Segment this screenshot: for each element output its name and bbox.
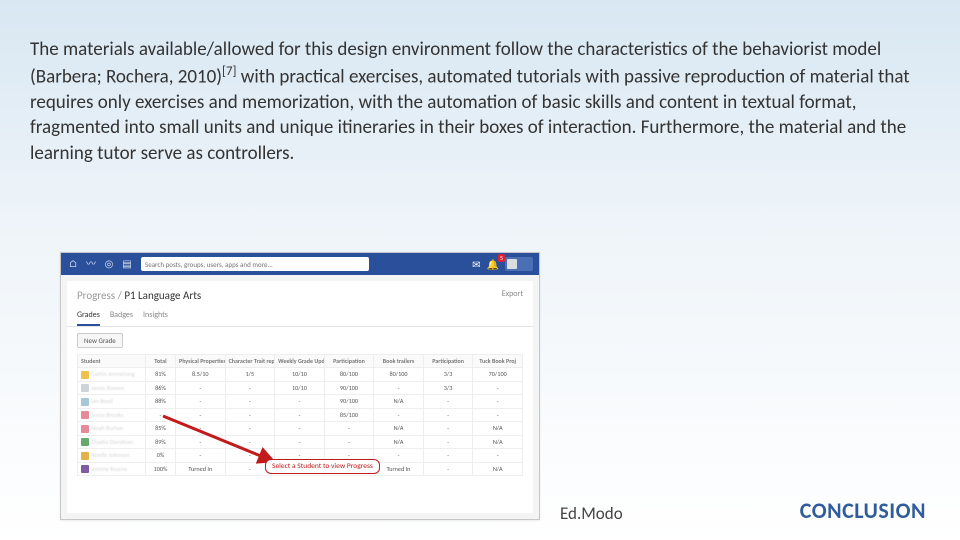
breadcrumb-page: P1 Language Arts [124, 289, 201, 302]
tabs: Grades Badges Insights [67, 304, 533, 327]
search-input[interactable] [141, 257, 369, 271]
col-c6: Participation [423, 355, 473, 368]
tab-insights[interactable]: Insights [143, 310, 168, 326]
tab-badges[interactable]: Badges [110, 310, 133, 326]
account-menu[interactable] [505, 257, 533, 271]
body-paragraph: The materials available/allowed for this… [30, 37, 930, 167]
notifications-icon[interactable]: 🔔 5 [487, 258, 499, 271]
grades-table: Student Total Physical Properties Practi… [77, 354, 523, 476]
messages-icon[interactable]: ✉ [472, 258, 480, 271]
callout-pill: Select a Student to view Progress [265, 459, 380, 474]
table-row[interactable]: Chaitia Davidson89%----N/A-N/A [78, 435, 523, 449]
breadcrumb-prefix: Progress / [77, 289, 124, 302]
discover-icon[interactable]: ◎ [103, 258, 115, 270]
export-link[interactable]: Export [502, 289, 523, 299]
edmodo-screenshot: ⌂ 〰 ◎ ▤ ✉ 🔔 5 Progress / [60, 252, 540, 520]
home-icon[interactable]: ⌂ [67, 258, 79, 270]
conclusion-heading: CONCLUSION [800, 497, 926, 524]
table-row[interactable]: Noah Burton85%----N/A-N/A [78, 422, 523, 436]
library-icon[interactable]: ▤ [121, 258, 133, 270]
figure-area: ⌂ 〰 ◎ ▤ ✉ 🔔 5 Progress / [60, 252, 900, 520]
col-c5: Book trailers [374, 355, 424, 368]
progress-icon[interactable]: 〰 [85, 258, 97, 270]
citation-sup: [7] [222, 64, 236, 79]
col-student: Student [78, 355, 146, 368]
col-c2: Character Trait representation [225, 355, 275, 368]
nav-icons: ⌂ 〰 ◎ ▤ [67, 258, 133, 270]
table-row[interactable]: Ian Boyd88%---90/100N/A-- [78, 395, 523, 409]
new-grade-button[interactable]: New Grade [77, 333, 123, 348]
edmodo-content: Progress / P1 Language Arts Export Grade… [67, 281, 533, 513]
tab-grades[interactable]: Grades [77, 310, 100, 326]
avatar [507, 259, 517, 269]
search-wrap [141, 257, 464, 271]
table-row[interactable]: Caitlin Armstrong81%8.5/101/510/1080/100… [78, 368, 523, 382]
table-header-row: Student Total Physical Properties Practi… [78, 355, 523, 368]
notification-count-badge: 5 [498, 254, 505, 262]
edmodo-topbar: ⌂ 〰 ◎ ▤ ✉ 🔔 5 [61, 253, 539, 275]
slide: The materials available/allowed for this… [0, 0, 960, 540]
table-row[interactable]: Sonia Brooks----85/100--- [78, 408, 523, 422]
col-c7: Tuck Book Proj [473, 355, 523, 368]
col-total: Total [146, 355, 176, 368]
col-c3: Weekly Grade Update [275, 355, 325, 368]
col-c1: Physical Properties Practice 1 [176, 355, 226, 368]
figure-caption: Ed.Modo [560, 503, 623, 524]
table-row[interactable]: Jamie Bowen86%--10/1090/100-3/3- [78, 381, 523, 395]
breadcrumb: Progress / P1 Language Arts [67, 281, 533, 304]
topbar-right: ✉ 🔔 5 [472, 257, 533, 271]
col-c4: Participation [324, 355, 374, 368]
